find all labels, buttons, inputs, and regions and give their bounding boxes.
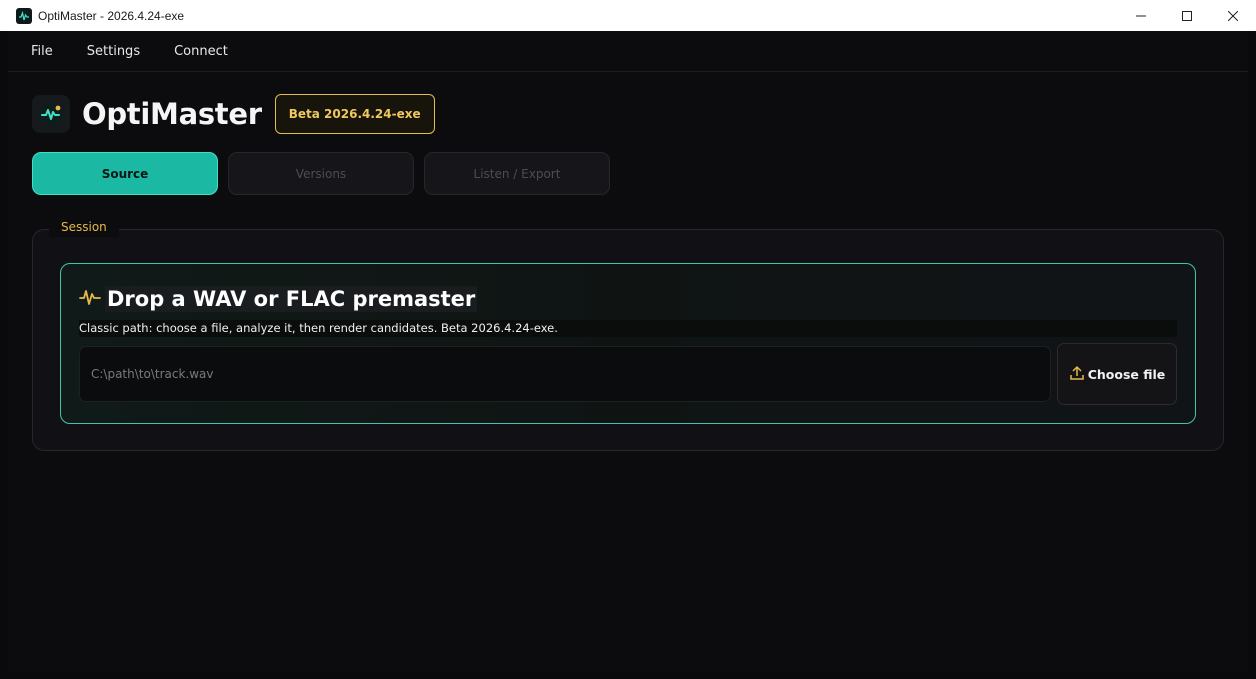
tab-bar: Source Versions Listen / Export (32, 152, 620, 195)
menu-connect[interactable]: Connect (174, 44, 228, 59)
logo-icon (32, 95, 70, 133)
tab-listen-export[interactable]: Listen / Export (424, 152, 610, 195)
menu-file[interactable]: File (31, 44, 53, 59)
menu-bar: File Settings Connect (8, 31, 1248, 72)
app-window: File Settings Connect OptiMaster Beta 20… (8, 31, 1248, 671)
drop-title: Drop a WAV or FLAC premaster (105, 286, 478, 312)
waveform-icon (16, 7, 32, 24)
close-icon[interactable] (1210, 0, 1256, 31)
window-controls (1118, 0, 1256, 31)
window-titlebar: OptiMaster - 2026.4.24-exe (0, 0, 1256, 31)
drop-subtitle: Classic path: choose a file, analyze it,… (79, 320, 1177, 337)
pulse-icon (79, 288, 101, 310)
session-label: Session (49, 217, 119, 237)
menu-settings[interactable]: Settings (87, 44, 140, 59)
choose-file-label: Choose file (1087, 366, 1166, 382)
drop-zone[interactable]: Drop a WAV or FLAC premaster Classic pat… (60, 263, 1196, 424)
window-title: OptiMaster - 2026.4.24-exe (38, 8, 185, 23)
file-path-input[interactable]: C:\path\to\track.wav (79, 346, 1051, 402)
tab-versions[interactable]: Versions (228, 152, 414, 195)
minimize-icon[interactable] (1118, 0, 1164, 31)
choose-file-button[interactable]: Choose file (1057, 343, 1177, 405)
drop-title-row: Drop a WAV or FLAC premaster (79, 286, 478, 312)
app-header: OptiMaster Beta 2026.4.24-exe (32, 94, 435, 134)
tab-source[interactable]: Source (32, 152, 218, 195)
upload-icon (1069, 365, 1088, 384)
session-panel: Session Drop a WAV or FLAC premaster Cla… (32, 217, 1224, 451)
app-name: OptiMaster (82, 97, 262, 131)
version-badge: Beta 2026.4.24-exe (274, 94, 435, 134)
maximize-icon[interactable] (1164, 0, 1210, 31)
